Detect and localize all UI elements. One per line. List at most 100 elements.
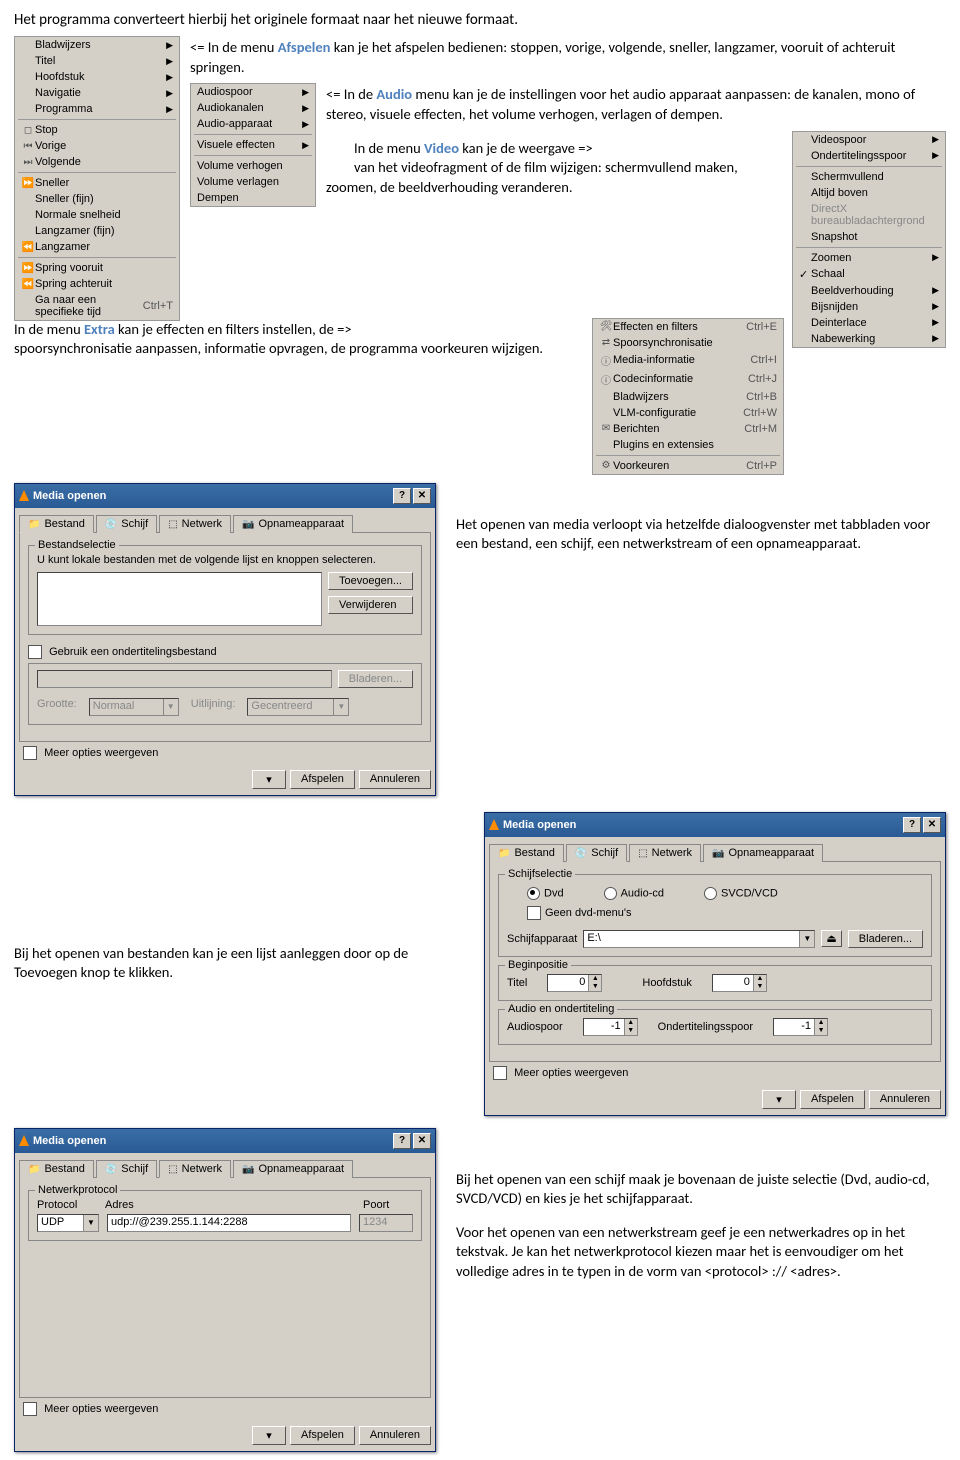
chapter-spinner[interactable]: 0▲▼ — [712, 974, 767, 992]
menu-item[interactable]: Audiospoor — [197, 86, 302, 98]
menu-item[interactable]: Spoorsynchronisatie — [613, 337, 777, 349]
menu-item[interactable]: Hoofdstuk — [35, 71, 166, 83]
tab-schijf[interactable]: Schijf — [566, 844, 627, 862]
menu-item[interactable]: Langzamer (fijn) — [35, 225, 173, 237]
play-button[interactable]: Afspelen — [290, 770, 355, 789]
menu-item[interactable]: Altijd boven — [811, 187, 939, 199]
menu-item[interactable]: Zoomen — [811, 252, 932, 264]
tab-schijf[interactable]: Schijf — [96, 1160, 157, 1178]
menu-item[interactable]: Volume verhogen — [197, 160, 309, 172]
cancel-button[interactable]: Annuleren — [869, 1090, 941, 1109]
menu-item[interactable]: Videospoor — [811, 134, 932, 146]
menu-item[interactable]: Ga naar een specifieke tijd — [35, 294, 143, 318]
menu-item[interactable]: Spring achteruit — [35, 278, 173, 290]
menu-audio: Audiospoor▶ Audiokanalen▶ Audio-apparaat… — [190, 83, 316, 207]
subtrack-label: Ondertitelingsspoor — [658, 1021, 753, 1033]
tab-schijf[interactable]: Schijf — [96, 515, 157, 533]
cancel-button[interactable]: Annuleren — [359, 770, 431, 789]
tab-netwerk[interactable]: Netwerk — [159, 1160, 231, 1178]
dropdown-button[interactable]: ▾ — [762, 1090, 796, 1109]
subtitle-checkbox[interactable] — [28, 645, 42, 659]
help-button[interactable]: ? — [393, 1133, 411, 1149]
title-spinner[interactable]: 0▲▼ — [547, 974, 602, 992]
close-button[interactable]: ✕ — [923, 817, 941, 833]
help-button[interactable]: ? — [903, 817, 921, 833]
menu-item[interactable]: Dempen — [197, 192, 309, 204]
menu-item[interactable]: Normale snelheid — [35, 209, 173, 221]
tab-opname[interactable]: Opnameapparaat — [233, 515, 353, 533]
menu-item[interactable]: Bladwijzers — [613, 391, 746, 403]
menu-item[interactable]: Navigatie — [35, 87, 166, 99]
add-button[interactable]: Toevoegen... — [328, 572, 413, 590]
more-options-checkbox[interactable] — [23, 1402, 37, 1416]
dropdown-button[interactable]: ▾ — [252, 1426, 286, 1445]
audiotrack-label: Audiospoor — [507, 1021, 563, 1033]
netwerk-text: Voor het openen van een netwerkstream ge… — [456, 1223, 946, 1282]
menu-item[interactable]: Audio-apparaat — [197, 118, 302, 130]
play-button[interactable]: Afspelen — [800, 1090, 865, 1109]
protocol-select[interactable]: UDP▼ — [37, 1214, 99, 1232]
menu-item[interactable]: VLM-configuratie — [613, 407, 743, 419]
tab-bestand[interactable]: Bestand — [489, 844, 564, 862]
cancel-button[interactable]: Annuleren — [359, 1426, 431, 1445]
browse-button[interactable]: Bladeren... — [848, 930, 923, 948]
menu-item[interactable]: Langzamer — [35, 241, 173, 253]
tab-netwerk[interactable]: Netwerk — [159, 515, 231, 533]
dropdown-button[interactable]: ▾ — [252, 770, 286, 789]
nomenu-checkbox[interactable] — [527, 906, 541, 920]
tab-opname[interactable]: Opnameapparaat — [233, 1160, 353, 1178]
radio-dvd[interactable] — [527, 887, 540, 900]
dialog-media-open-bestand: Media openen ? ✕ Bestand Schijf Netwerk … — [14, 483, 436, 796]
close-button[interactable]: ✕ — [413, 1133, 431, 1149]
menu-item[interactable]: Nabewerking — [811, 333, 932, 345]
menu-item[interactable]: Ondertitelingsspoor — [811, 150, 932, 162]
tab-netwerk[interactable]: Netwerk — [629, 844, 701, 862]
menu-item[interactable]: Media-informatie — [613, 354, 750, 366]
menu-item[interactable]: Berichten — [613, 423, 744, 435]
remove-button[interactable]: Verwijderen — [328, 596, 413, 614]
more-options-checkbox[interactable] — [23, 746, 37, 760]
menu-item[interactable]: Deinterlace — [811, 317, 932, 329]
menu-item[interactable]: Spring vooruit — [35, 262, 173, 274]
schijf-text: Bij het openen van een schijf maak je bo… — [456, 1170, 946, 1209]
device-select[interactable]: E:\▼ — [583, 930, 815, 948]
menu-item[interactable]: Audiokanalen — [197, 102, 302, 114]
menu-item[interactable]: Sneller — [35, 177, 173, 189]
menu-item[interactable]: Voorkeuren — [613, 460, 746, 472]
close-button[interactable]: ✕ — [413, 488, 431, 504]
dialog-title: Media openen — [33, 490, 391, 502]
file-list[interactable] — [37, 572, 322, 626]
menu-item[interactable]: Schermvullend — [811, 171, 939, 183]
menu-item[interactable]: Plugins en extensies — [613, 439, 777, 451]
menu-item[interactable]: Titel — [35, 55, 166, 67]
menu-item[interactable]: Visuele effecten — [197, 139, 302, 151]
play-button[interactable]: Afspelen — [290, 1426, 355, 1445]
subtrack-spinner[interactable]: -1▲▼ — [773, 1018, 828, 1036]
menu-item[interactable]: Snapshot — [811, 231, 939, 243]
tab-bestand[interactable]: Bestand — [19, 1160, 94, 1178]
menu-item[interactable]: Beeldverhouding — [811, 285, 932, 297]
menu-item[interactable]: Bijsnijden — [811, 301, 932, 313]
network-icon — [638, 847, 647, 859]
eject-button[interactable]: ⏏ — [821, 930, 841, 947]
audiotrack-spinner[interactable]: -1▲▼ — [583, 1018, 638, 1036]
menu-item-stop[interactable]: Stop — [35, 124, 173, 136]
radio-audiocd[interactable] — [604, 887, 617, 900]
more-options-checkbox[interactable] — [493, 1066, 507, 1080]
menu-item[interactable]: Effecten en filters — [613, 321, 746, 333]
menu-item[interactable]: Bladwijzers — [35, 39, 166, 51]
menu-item[interactable]: Programma — [35, 103, 166, 115]
menu-item[interactable]: Sneller (fijn) — [35, 193, 173, 205]
help-button[interactable]: ? — [393, 488, 411, 504]
menu-item[interactable]: Volume verlagen — [197, 176, 309, 188]
menu-item[interactable]: Schaal — [811, 268, 939, 280]
menu-item-next[interactable]: Volgende — [35, 156, 173, 168]
menu-item-prev[interactable]: Vorige — [35, 140, 173, 152]
disc-icon — [105, 518, 117, 530]
tab-opname[interactable]: Opnameapparaat — [703, 844, 823, 862]
menu-item[interactable]: Codecinformatie — [613, 373, 748, 385]
tab-bestand[interactable]: Bestand — [19, 515, 94, 533]
radio-svcd[interactable] — [704, 887, 717, 900]
chapter-label: Hoofdstuk — [642, 977, 692, 989]
address-input[interactable]: udp://@239.255.1.144:2288 — [107, 1214, 351, 1232]
